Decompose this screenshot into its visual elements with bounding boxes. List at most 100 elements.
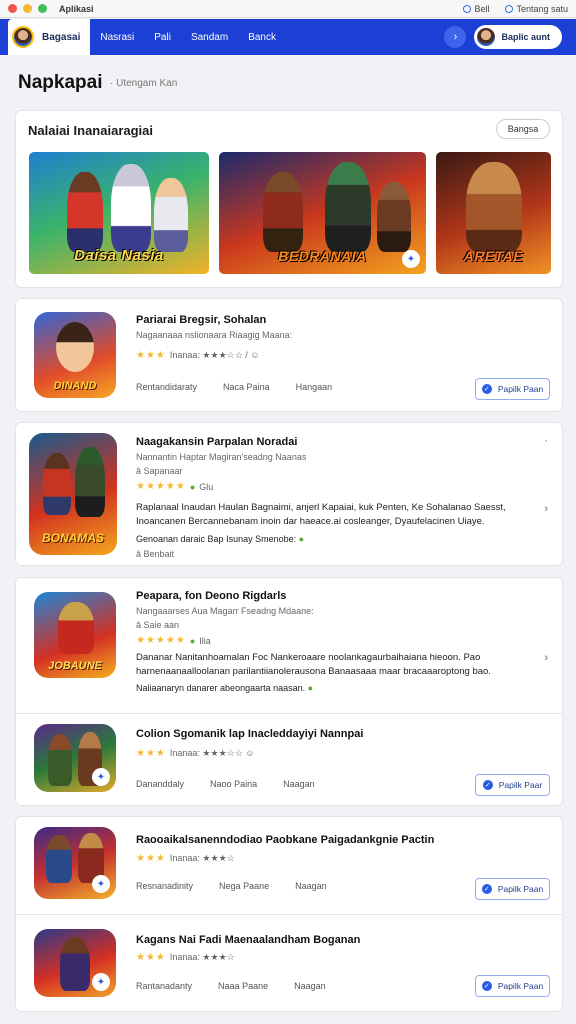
app-icon-label: BONAMAS xyxy=(42,531,104,545)
app-name[interactable]: Pariarai Bregsir, Sohalan xyxy=(136,314,266,326)
rating-text: Ilia xyxy=(199,635,211,646)
chevron-right-icon[interactable]: › xyxy=(544,503,548,515)
install-label: Papilk Paan xyxy=(497,981,544,991)
app-card-5[interactable]: ✦ Raooaikalsanenndodiao Paobkane Paigada… xyxy=(15,816,563,1012)
app-icon-6[interactable]: ✦ xyxy=(34,929,116,997)
app-icon-1[interactable]: DINAND xyxy=(34,312,116,398)
star-rating-icon: ★★★★★ xyxy=(136,481,186,492)
badge-icon: ✦ xyxy=(402,250,420,268)
title-bar: Aplikasi Bell Tentang satu xyxy=(0,0,576,18)
app-meta: Nangaaarses Aua Magarr Fseadng Mdaane: xyxy=(136,606,314,616)
banner-label: ARETAE xyxy=(463,248,524,264)
install-label: Papilk Paan xyxy=(497,884,544,894)
app-rating: ★★★ Inanaa: ★★★☆ xyxy=(136,952,235,963)
app-tag: Rantanadanty xyxy=(136,981,193,991)
app-card-1[interactable]: DINAND Pariarai Bregsir, Sohalan Nagaana… xyxy=(15,298,563,412)
banner-label: BEDRANAIA xyxy=(278,248,367,264)
next-arrow-icon[interactable]: › xyxy=(444,26,467,48)
app-meta-secondary: â Saie aan xyxy=(136,620,180,630)
app-footer: â Benbait xyxy=(136,549,175,559)
titlebar-item-about[interactable]: Tentang satu xyxy=(505,4,568,14)
nav-item-3[interactable]: Sandam xyxy=(181,32,238,43)
app-description-text: Naliaanaryn danarer abeongaarta naasan. xyxy=(136,683,306,693)
rating-text: Inanaa: ★★★☆☆ ☺ xyxy=(169,748,255,758)
leaf-icon: ● xyxy=(307,683,314,693)
app-tag: Hangaan xyxy=(295,382,333,392)
app-rating: ★★★ Inanaa: ★★★☆☆ / ☺ xyxy=(136,350,259,361)
user-icon xyxy=(505,4,514,13)
app-name[interactable]: Kagans Nai Fadi Maenaalandham Boganan xyxy=(136,934,360,946)
window-controls[interactable] xyxy=(8,4,47,13)
app-tag: Naca Paina xyxy=(223,382,270,392)
app-icon-label: JOBAUNE xyxy=(48,660,102,672)
nav-item-2[interactable]: Pali xyxy=(144,32,181,43)
titlebar-item-bell[interactable]: Bell xyxy=(463,4,489,14)
rating-text: Inanaa: ★★★☆ xyxy=(169,952,235,962)
titlebar-item-label: Tentang satu xyxy=(516,3,568,14)
badge-icon: ✦ xyxy=(92,875,110,893)
app-tag: Resnanadinity xyxy=(136,881,194,891)
app-icon-3[interactable]: JOBAUNE xyxy=(34,592,116,678)
top-navigation: Bagasai Nasrasi Pali Sandam Banck › Bapl… xyxy=(0,19,576,55)
check-icon: ✓ xyxy=(481,981,492,991)
app-name[interactable]: Colion Sgomanik lap Inacleddayiyi Nannpa… xyxy=(136,728,363,740)
app-rating: ★★★ Inanaa: ★★★☆ xyxy=(136,853,235,864)
app-rating: ★★★ Inanaa: ★★★☆☆ ☺ xyxy=(136,748,254,759)
avatar xyxy=(12,26,34,48)
app-icon-4[interactable]: ✦ xyxy=(34,724,116,792)
more-dot-icon[interactable]: · xyxy=(544,435,548,447)
titlebar-item-label: Bell xyxy=(474,3,490,14)
app-description: Raplanaal Inaudan Haulan Bagnaimi, anjer… xyxy=(136,502,506,527)
leaf-icon: ● xyxy=(189,635,196,646)
check-icon: ✓ xyxy=(481,884,492,894)
app-name[interactable]: Raooaikalsanenndodiao Paobkane Paigadank… xyxy=(136,834,434,846)
app-card-2[interactable]: BONAMAS Naagakansin Parpalan Noradai Nan… xyxy=(15,422,563,566)
app-name[interactable]: Peapara, fon Deono Rigdarls xyxy=(136,590,286,602)
app-tags: Dananddaly Naoo Paina Naagan xyxy=(136,779,315,789)
signin-label: Baplic aunt xyxy=(501,32,550,42)
page-subtitle: · Utengam Kan xyxy=(110,78,178,89)
page-subtitle-text: Utengam Kan xyxy=(116,78,178,89)
install-button[interactable]: ✓ Papilk Paar xyxy=(475,774,550,796)
minimize-window-icon[interactable] xyxy=(23,4,32,13)
app-tag: Naagan xyxy=(295,881,327,891)
featured-banner-3[interactable]: ARETAE xyxy=(436,152,551,274)
check-icon: ✓ xyxy=(481,384,492,394)
install-button[interactable]: ✓ Papilk Paan xyxy=(475,878,550,900)
nav-item-1[interactable]: Nasrasi xyxy=(90,32,144,43)
featured-banner-2[interactable]: BEDRANAIA ✦ xyxy=(219,152,426,274)
install-button[interactable]: ✓ Papilk Paan xyxy=(475,378,550,400)
rating-text: Inanaa: ★★★☆☆ / ☺ xyxy=(169,350,260,360)
app-tag: Naoo Paina xyxy=(210,779,258,789)
install-button[interactable]: ✓ Papilk Paan xyxy=(475,975,550,997)
close-window-icon[interactable] xyxy=(8,4,17,13)
leaf-icon: ● xyxy=(298,534,305,544)
app-icon-label: DINAND xyxy=(53,380,97,392)
check-icon: ✓ xyxy=(482,780,493,790)
app-card-3[interactable]: JOBAUNE Peapara, fon Deono Rigdarls Nang… xyxy=(15,577,563,806)
divider xyxy=(16,914,562,915)
app-meta: Nagaanaaa nslionaara Riaagig Maana: xyxy=(136,330,293,340)
star-rating-icon: ★★★★★ xyxy=(136,635,186,646)
featured-banner-1[interactable]: Daisa Nasia xyxy=(29,152,209,274)
nav-item-active[interactable]: Bagasai xyxy=(8,19,91,55)
app-icon-5[interactable]: ✦ xyxy=(34,827,116,899)
app-rating: ★★★★★ ● Ilia xyxy=(136,635,211,646)
app-icon-2[interactable]: BONAMAS xyxy=(29,433,117,555)
install-label: Papilk Paan xyxy=(497,384,544,394)
app-name[interactable]: Naagakansin Parpalan Noradai xyxy=(136,436,297,448)
star-rating-icon: ★★★ xyxy=(136,853,166,864)
chevron-right-icon[interactable]: › xyxy=(544,652,548,664)
nav-item-4[interactable]: Banck xyxy=(238,32,286,43)
rating-text: Inanaa: ★★★☆ xyxy=(169,853,235,863)
badge-icon: ✦ xyxy=(92,973,110,991)
banner-label: Daisa Nasia xyxy=(74,247,164,264)
signin-button[interactable]: Baplic aunt xyxy=(474,25,562,49)
maximize-window-icon[interactable] xyxy=(38,4,47,13)
featured-more-button[interactable]: Bangsa xyxy=(496,119,550,139)
app-meta: Nannantin Haptar Magiran'seadng Naanas xyxy=(136,452,307,462)
app-tag: Dananddaly xyxy=(136,779,185,789)
app-meta-text: Saie aan xyxy=(143,620,180,630)
featured-card: Nalaiai Inanaiaragiai Bangsa Daisa Nasia… xyxy=(15,110,563,288)
avatar xyxy=(477,28,496,46)
